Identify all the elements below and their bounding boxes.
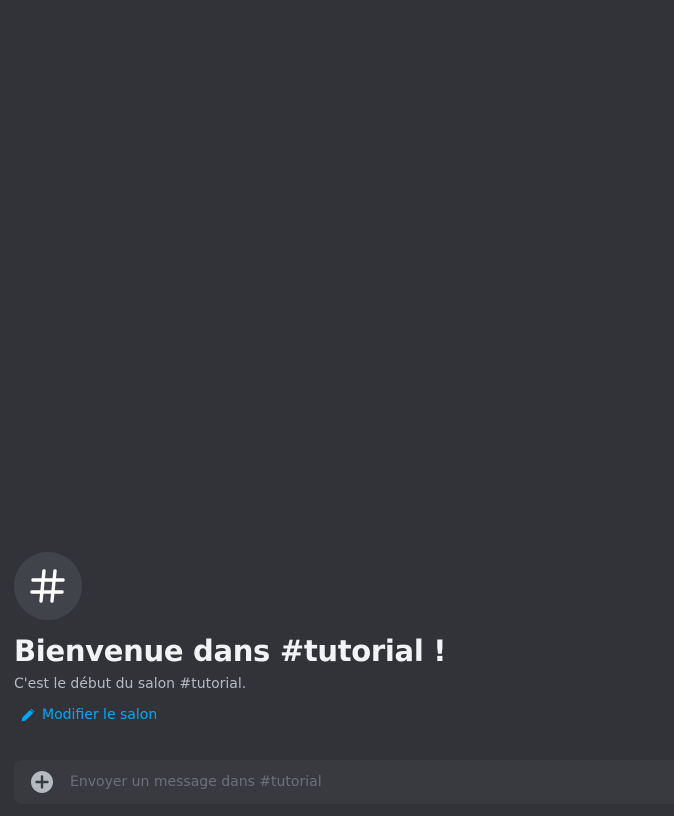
channel-chat-area: Bienvenue dans #tutorial ! C'est le débu… (0, 0, 674, 816)
plus-circle-icon (31, 771, 53, 793)
welcome-subtitle: C'est le début du salon #tutorial. (14, 676, 247, 692)
message-composer (14, 760, 674, 804)
hash-icon (30, 569, 65, 603)
edit-channel-link[interactable]: Modifier le salon (14, 707, 157, 723)
channel-avatar (14, 552, 82, 620)
channel-welcome: Bienvenue dans #tutorial ! C'est le débu… (14, 552, 674, 727)
add-attachment-button[interactable] (30, 770, 54, 794)
edit-channel-label: Modifier le salon (42, 707, 158, 723)
welcome-title: Bienvenue dans #tutorial ! (14, 634, 447, 668)
pencil-icon (21, 708, 35, 722)
message-input[interactable] (70, 760, 674, 804)
